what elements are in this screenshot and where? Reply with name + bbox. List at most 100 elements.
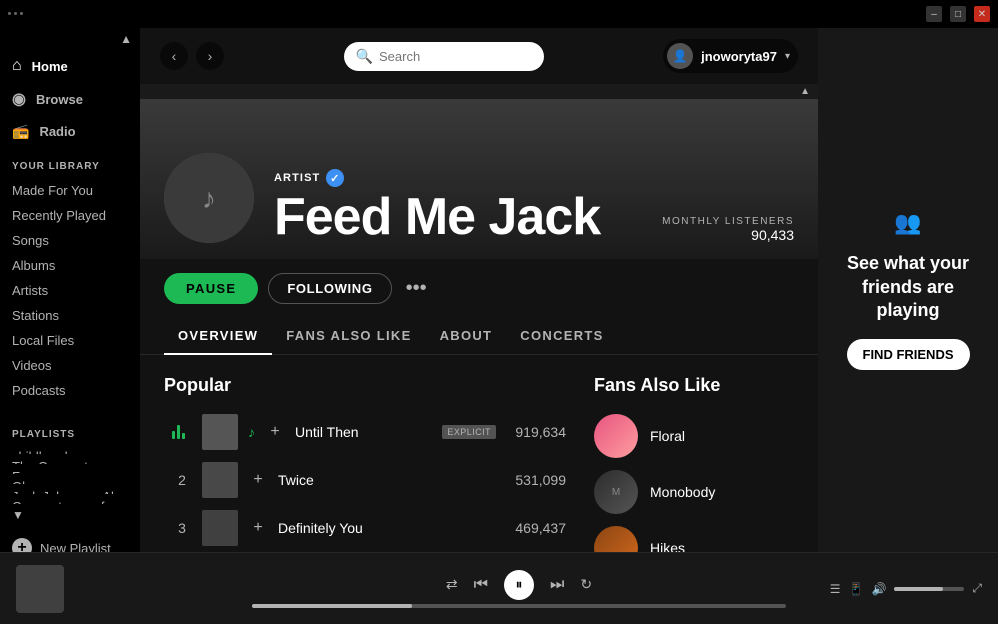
pause-button[interactable]: PAUSE [164,273,258,304]
fan-artist-avatar-hikes [594,526,638,552]
player-thumbnail [16,565,64,613]
more-options-button[interactable]: ••• [402,273,431,304]
your-library-section-label: YOUR LIBRARY [0,147,140,178]
track-add-button-1[interactable]: + [265,423,285,441]
track-add-button-2[interactable]: + [248,471,268,489]
find-friends-text: See what your friends are playing [838,252,978,322]
playlist-item-oh[interactable]: Oh [0,474,140,484]
sidebar-item-videos[interactable]: Videos [0,353,140,378]
previous-button[interactable]: ⏮ [474,576,488,594]
artist-page: ▲ ♪ ARTIST ✓ Feed Me Jack [140,84,818,552]
table-row[interactable]: ♪ + Until Then EXPLICIT 919,634 [164,408,574,456]
sidebar-item-browse[interactable]: ◉ Browse [0,82,140,116]
tab-overview[interactable]: OVERVIEW [164,318,272,355]
track-explicit-badge-1: EXPLICIT [442,425,496,439]
track-plays-1: 919,634 [506,424,566,440]
playlist-item-for-you[interactable]: For you [0,464,140,474]
username-label: jnoworyta97 [701,49,777,64]
volume-fill [894,587,943,591]
playlist-item-cornerstones-hu[interactable]: Cornerstones of Hu... [0,494,140,504]
back-button[interactable]: ‹ [160,42,188,70]
right-panel: 👥 See what your friends are playing FIND… [818,28,998,552]
volume-bar[interactable] [894,587,964,591]
sidebar-item-home[interactable]: ⌂ Home [0,50,140,82]
list-item[interactable]: Hikes [594,520,794,552]
tab-concerts[interactable]: CONCERTS [506,318,617,355]
artist-info: ARTIST ✓ Feed Me Jack [274,169,642,243]
following-button[interactable]: FOLLOWING [268,273,391,304]
playlist-item-jack-johnson[interactable]: Jack Johnson - All i... [0,484,140,494]
track-plays-3: 469,437 [506,520,566,536]
play-pause-button[interactable]: ⏸ [504,570,534,600]
playlist-item-childhood[interactable]: childhood [0,444,140,454]
content-area: Popular ♪ + Until The [140,355,818,552]
find-friends-button[interactable]: FIND FRIENDS [847,339,970,370]
user-menu[interactable]: 👤 jnoworyta97 ▾ [663,39,798,73]
fan-artist-name-monobody: Monobody [650,484,715,500]
action-bar: PAUSE FOLLOWING ••• [140,259,818,318]
svg-text:♪: ♪ [202,183,216,214]
volume-icon[interactable]: 🔊 [871,582,886,596]
maximize-button[interactable]: □ [950,6,966,22]
next-button[interactable]: ⏭ [550,576,564,594]
sidebar-item-radio[interactable]: 📻 Radio [0,116,140,147]
browse-icon: ◉ [12,89,26,109]
queue-button[interactable]: ☰ [830,582,841,596]
sidebar-item-made-for-you[interactable]: Made For You [0,178,140,203]
app-body: ▲ ⌂ Home ◉ Browse 📻 Radio YOUR LIBRARY M… [0,28,998,552]
window-controls[interactable]: – □ ✕ [926,6,990,22]
track-add-button-3[interactable]: + [248,519,268,537]
sidebar-item-albums[interactable]: Albums [0,253,140,278]
nav-arrows: ‹ › [160,42,224,70]
tab-fans-also-like[interactable]: FANS ALSO LIKE [272,318,425,355]
sidebar-item-recently-played[interactable]: Recently Played [0,203,140,228]
sidebar-item-songs[interactable]: Songs [0,228,140,253]
fullscreen-button[interactable]: ⤢ [972,581,982,596]
track-plays-2: 531,099 [506,472,566,488]
fan-artist-name-floral: Floral [650,428,685,444]
table-row[interactable]: 2 + Twice 531,099 [164,456,574,504]
tab-about[interactable]: ABOUT [426,318,507,355]
track-playing-icon: ♪ [248,424,255,440]
artist-image-svg: ♪ [164,153,254,243]
list-item[interactable]: M Monobody [594,464,794,520]
forward-button[interactable]: › [196,42,224,70]
progress-fill [252,604,412,608]
close-button[interactable]: ✕ [974,6,990,22]
sidebar-item-home-label: Home [32,59,68,74]
minimize-button[interactable]: – [926,6,942,22]
track-thumbnail-1 [202,414,238,450]
sidebar-item-podcasts[interactable]: Podcasts [0,378,140,403]
sidebar-item-local-files[interactable]: Local Files [0,328,140,353]
artist-image: ♪ [164,153,254,243]
app-menu-dots[interactable] [8,6,22,20]
table-row[interactable]: 3 + Definitely You 469,437 [164,504,574,552]
sidebar-item-browse-label: Browse [36,92,83,107]
search-input[interactable] [379,49,519,64]
fan-artist-avatar-floral [594,414,638,458]
progress-bar-container [252,604,786,608]
plus-icon: + [12,538,32,552]
sidebar-item-stations[interactable]: Stations [0,303,140,328]
sidebar-item-artists[interactable]: Artists [0,278,140,303]
fan-artist-avatar-monobody: M [594,470,638,514]
playing-indicator [172,425,192,439]
repeat-button[interactable]: ↻ [580,576,592,593]
sidebar-collapse-button[interactable]: ▲ [0,28,140,50]
show-more-playlists-button[interactable]: ▼ [12,508,24,522]
list-item[interactable]: Floral [594,408,794,464]
track-number-3: 3 [172,520,192,536]
playlist-item-cornerstones-o[interactable]: The Cornerstones o... [0,454,140,464]
artist-type-label: ARTIST ✓ [274,169,642,187]
track-name-1: Until Then [295,424,432,440]
player-buttons: ⇄ ⏮ ⏸ ⏭ ↻ [446,570,592,600]
track-number-2: 2 [172,472,192,488]
devices-button[interactable]: 📱 [848,582,863,596]
dropdown-arrow-icon: ▾ [785,51,790,62]
search-bar[interactable]: 🔍 [344,42,544,71]
new-playlist-button[interactable]: + New Playlist [0,530,140,552]
track-name-2: Twice [278,472,496,488]
shuffle-button[interactable]: ⇄ [446,576,458,593]
progress-bar[interactable] [252,604,786,608]
popular-title: Popular [164,375,574,396]
